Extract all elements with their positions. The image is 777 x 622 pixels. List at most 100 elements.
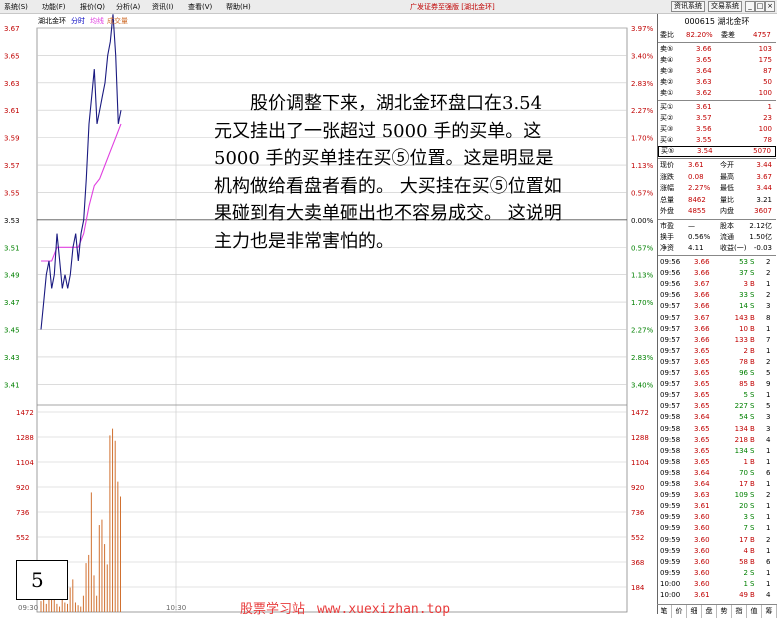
tick-volume: 7: [743, 524, 748, 533]
tab-bi[interactable]: 笔: [657, 605, 672, 618]
tick-volume: 133: [734, 335, 748, 344]
price-tick-label: 3.65: [4, 52, 20, 60]
bid-volume: 1: [767, 103, 772, 111]
window-title: 广发证券至强版 [湖北金环]: [410, 3, 495, 11]
tab-xi[interactable]: 细: [687, 605, 702, 618]
bid-label: 买③: [660, 125, 674, 133]
menu-function[interactable]: 功能(F): [42, 2, 66, 12]
stock-code: 000615: [684, 17, 715, 26]
tab-chou[interactable]: 筹: [762, 605, 777, 618]
tick-price: 3.65: [694, 369, 710, 377]
bid-row: 买③ 3.56 100: [658, 124, 776, 135]
tick-time: 09:59: [660, 491, 681, 500]
tick-price: 3.66: [694, 324, 710, 333]
volume-tick-label: 1288: [16, 434, 34, 442]
tick-price: 3.65: [694, 357, 710, 366]
tick-row: 10:00 3.60 1 S 1: [658, 579, 776, 590]
tick-count: 1: [766, 524, 771, 533]
tick-time: 09:57: [660, 346, 681, 355]
watermark-url: www.xuexizhan.top: [317, 602, 451, 617]
ask-row: 卖③ 3.64 87: [658, 66, 776, 77]
tick-count: 1: [766, 346, 771, 355]
tick-price: 3.65: [694, 402, 710, 411]
ask-row: 卖④ 3.65 175: [658, 55, 776, 66]
bid-price: 3.54: [697, 147, 713, 155]
tick-count: 7: [766, 335, 771, 344]
ask-volume: 175: [758, 56, 772, 64]
tick-volume: 96: [739, 369, 748, 377]
tick-row: 09:58 3.64 70 S 6: [658, 468, 776, 479]
fin-row: 市盈 — 股本 2.12亿: [660, 222, 772, 230]
pct-tick-label: 1.13%: [631, 162, 654, 170]
tick-time: 09:57: [660, 335, 681, 344]
tick-direction: B: [750, 424, 755, 433]
menu-info[interactable]: 资讯(I): [152, 2, 174, 12]
menu-view[interactable]: 查看(V): [188, 2, 212, 12]
tick-time: 09:58: [660, 480, 681, 488]
pct-tick-label: 2.27%: [631, 326, 654, 334]
tick-direction: S: [750, 258, 755, 266]
tick-price: 3.66: [694, 269, 710, 278]
tick-direction: S: [750, 291, 755, 300]
tick-count: 5: [766, 369, 771, 377]
chart-mode-tab[interactable]: 分时: [71, 16, 85, 25]
pct-tick-label: 1.13%: [631, 272, 654, 280]
maximize-icon[interactable]: □: [755, 1, 765, 12]
close-icon[interactable]: ×: [765, 1, 775, 12]
tick-count: 6: [766, 557, 771, 566]
tick-price: 3.65: [694, 435, 710, 444]
tab-zhi2[interactable]: 值: [747, 605, 762, 618]
tick-count: 1: [766, 391, 771, 400]
tab-pan[interactable]: 盘: [702, 605, 717, 618]
ask-label: 卖⑤: [660, 45, 674, 53]
tick-volume: 78: [739, 357, 748, 366]
menu-analysis[interactable]: 分析(A): [116, 2, 140, 12]
tick-direction: B: [750, 280, 755, 289]
quote-title: 000615 湖北金环: [658, 16, 776, 27]
minimize-icon[interactable]: _: [745, 1, 755, 12]
ask-label: 卖④: [660, 56, 674, 64]
trade-system-button[interactable]: 交易系统: [708, 1, 742, 12]
price-tick-label: 3.61: [4, 107, 20, 115]
bid-volume: 100: [758, 125, 772, 133]
menu-quote[interactable]: 报价(Q): [80, 2, 105, 12]
tick-time: 09:59: [660, 535, 681, 544]
tick-direction: B: [750, 346, 755, 355]
tick-volume: 58: [739, 557, 748, 566]
tick-time: 09:59: [660, 524, 681, 533]
tab-jia[interactable]: 价: [672, 605, 687, 618]
pct-tick-label: 2.27%: [631, 107, 654, 115]
tick-row: 09:57 3.65 85 B 9: [658, 379, 776, 390]
tick-direction: B: [750, 335, 755, 344]
tick-direction: S: [750, 446, 755, 455]
volume-tick-label-right: 1288: [631, 434, 649, 442]
tab-zhi[interactable]: 指: [732, 605, 747, 618]
volume-tick-label-right: 184: [631, 584, 645, 592]
menu-system[interactable]: 系统(S): [4, 2, 28, 12]
price-tick-label: 3.51: [4, 244, 20, 252]
avg-legend: 均线: [90, 16, 104, 25]
ask-label: 卖①: [660, 89, 674, 97]
menu-help[interactable]: 帮助(H): [226, 2, 251, 12]
ask-price: 3.62: [696, 89, 712, 97]
tick-time: 09:59: [660, 557, 681, 566]
fin-row: 净资 4.11 收益(一) -0.03: [660, 244, 772, 252]
ask-label: 卖②: [660, 78, 674, 86]
volume-tick-label: 552: [16, 534, 29, 542]
tick-row: 09:56 3.67 3 B 1: [658, 279, 776, 290]
price-tick-label: 3.55: [4, 189, 20, 197]
tick-direction: S: [750, 502, 755, 511]
tick-direction: S: [750, 579, 755, 588]
info-system-button[interactable]: 资讯系统: [671, 1, 705, 12]
page-number: 5: [16, 560, 68, 600]
tab-shi[interactable]: 势: [717, 605, 732, 618]
bid-price: 3.61: [696, 103, 712, 111]
tick-time: 10:00: [660, 591, 681, 599]
tick-time: 09:56: [660, 258, 681, 266]
bid-price: 3.57: [696, 114, 712, 122]
tick-direction: B: [750, 546, 755, 555]
tick-price: 3.66: [694, 291, 710, 300]
tick-price: 3.64: [694, 480, 710, 488]
ask-row: 卖⑤ 3.66 103: [658, 44, 776, 55]
price-tick-label: 3.59: [4, 135, 20, 143]
